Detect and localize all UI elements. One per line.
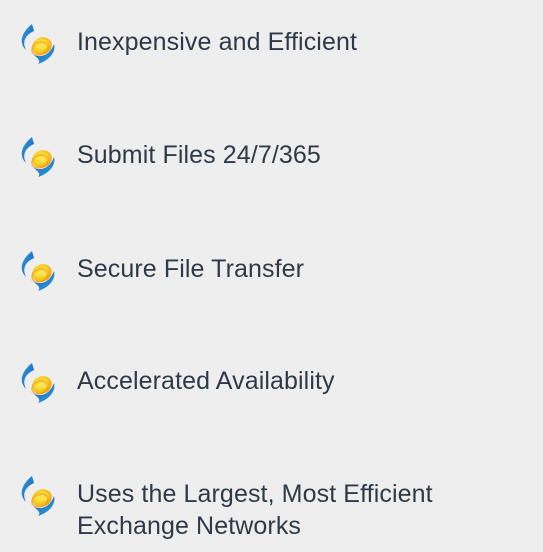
feature-label: Inexpensive and Efficient xyxy=(77,28,358,56)
orbit-sun-icon xyxy=(16,249,60,293)
orbit-sun-icon xyxy=(16,22,60,66)
feature-item: Submit Files 24/7/365 xyxy=(16,139,536,179)
feature-item: Uses the Largest, Most Efficient Exchang… xyxy=(16,478,536,542)
feature-list: Inexpensive and Efficient Submit Files 2… xyxy=(0,0,543,552)
feature-label: Accelerated Availability xyxy=(77,367,335,395)
orbit-sun-icon xyxy=(16,361,60,405)
feature-label: Uses the Largest, Most Efficient Exchang… xyxy=(77,480,433,540)
feature-label: Secure File Transfer xyxy=(77,255,305,283)
feature-item: Inexpensive and Efficient xyxy=(16,26,536,66)
feature-item: Secure File Transfer xyxy=(16,253,536,293)
feature-label: Submit Files 24/7/365 xyxy=(77,141,321,169)
orbit-sun-icon xyxy=(16,474,60,518)
feature-item: Accelerated Availability xyxy=(16,365,536,405)
orbit-sun-icon xyxy=(16,135,60,179)
